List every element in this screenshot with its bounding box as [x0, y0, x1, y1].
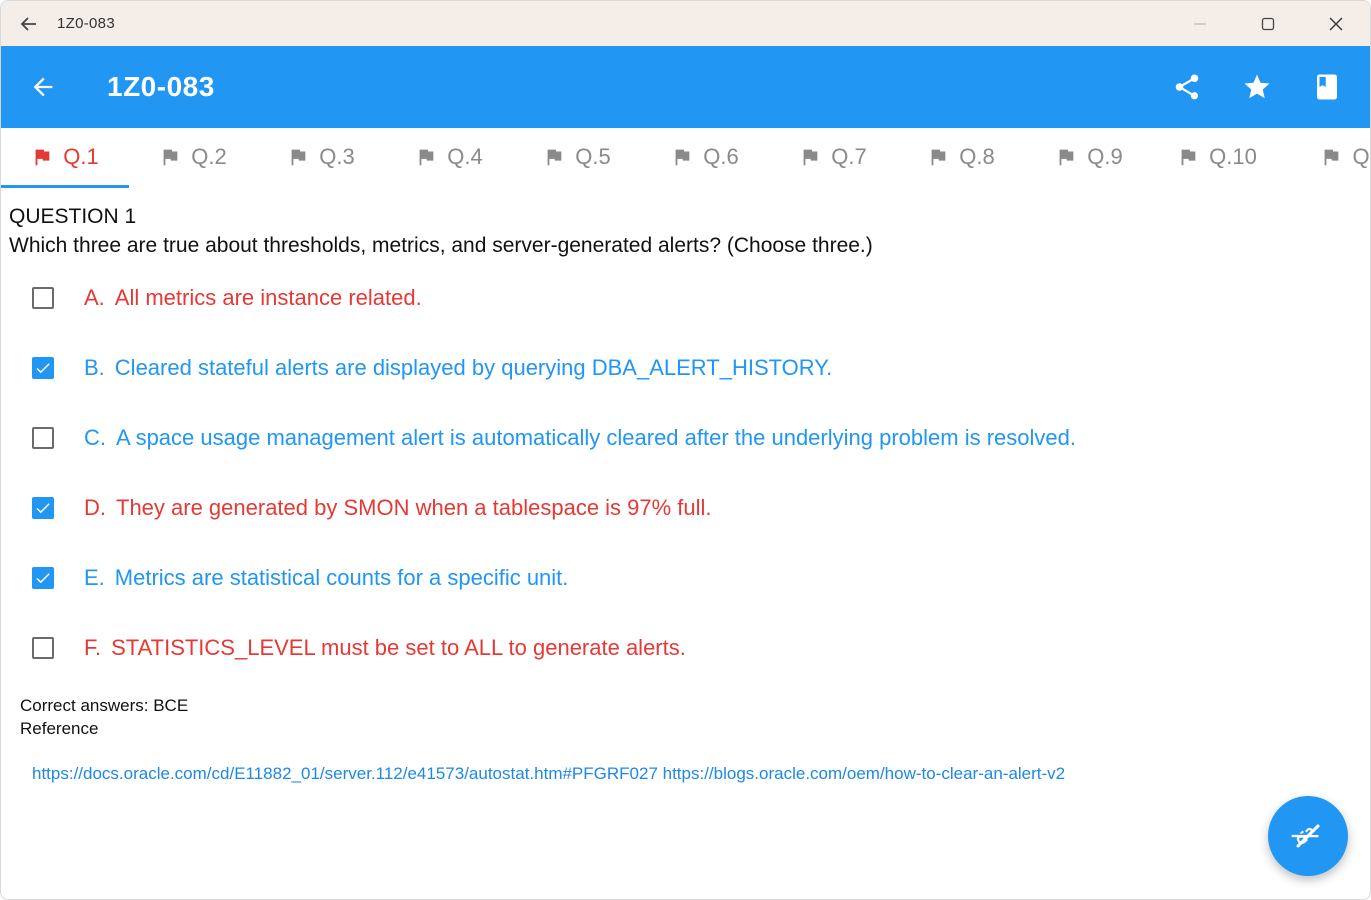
option-letter: B. [84, 355, 105, 380]
link-off-icon [1291, 824, 1320, 848]
answer-option-a[interactable]: A. All metrics are instance related. [1, 263, 1370, 333]
tab-question-9[interactable]: Q.9 [1025, 128, 1153, 186]
correct-answers: Correct answers: BCE [20, 696, 189, 715]
answer-option-c[interactable]: C. A space usage management alert is auto… [1, 403, 1370, 473]
share-icon [1175, 74, 1199, 100]
flag-icon [675, 149, 690, 166]
checkmark-icon [36, 573, 50, 584]
window-title: 1Z0-083 [57, 15, 115, 32]
option-letter: E. [84, 565, 105, 590]
answer-option-d[interactable]: D. They are generated by SMON when a tabl… [1, 473, 1370, 543]
tab-question-2[interactable]: Q.2 [129, 128, 257, 186]
reference-link[interactable]: https://docs.oracle.com/cd/E11882_01/ser… [32, 764, 1065, 784]
answer-checkbox[interactable] [32, 287, 54, 309]
app-window: 1Z0-083 1Z0-083 Q.1 Q.2 Q.3 Q.4 Q.5 Q.6 … [0, 0, 1371, 900]
tab-label: Q.5 [575, 144, 611, 169]
tab-label: Q.9 [1087, 144, 1123, 169]
tab-question-1[interactable]: Q.1 [1, 128, 129, 188]
checkmark-icon [36, 503, 50, 514]
reference-label: Reference [20, 719, 99, 738]
page-title: 1Z0-083 [107, 71, 215, 102]
window-back-button[interactable] [1, 1, 57, 46]
tab-label: Q.10 [1209, 144, 1257, 169]
tab-label: Q.6 [703, 144, 739, 169]
answer-checkbox[interactable] [32, 567, 54, 589]
answer-checkbox[interactable] [32, 637, 54, 659]
flag-icon [1059, 149, 1074, 166]
maximize-icon [1261, 17, 1275, 30]
option-letter: A. [84, 285, 105, 310]
app-bar: 1Z0-083 [1, 46, 1370, 128]
option-text: Cleared stateful alerts are displayed by… [114, 355, 833, 380]
tab-label: Q.4 [447, 144, 483, 169]
window-title-bar: 1Z0-083 [1, 1, 1370, 46]
flag-icon [35, 149, 50, 166]
question-text: Which three are true about thresholds, m… [9, 234, 873, 257]
option-letter: C. [84, 425, 106, 450]
arrow-left-icon [20, 16, 36, 31]
app-bar-actions [1152, 46, 1362, 128]
option-text: A space usage management alert is automa… [116, 425, 1076, 450]
flag-icon [803, 149, 818, 166]
flag-icon [419, 149, 434, 166]
option-text: They are generated by SMON when a tables… [116, 495, 712, 520]
bookmark-button[interactable] [1292, 57, 1362, 117]
tab-question-6[interactable]: Q.6 [641, 128, 769, 186]
tab-question-7[interactable]: Q.7 [769, 128, 897, 186]
toggle-answers-fab[interactable] [1268, 796, 1348, 876]
tab-label: Q [1352, 144, 1370, 169]
question-header: QUESTION 1 [9, 205, 137, 228]
flag-icon [163, 149, 178, 166]
back-button[interactable] [1, 46, 85, 128]
question-tabs: Q.1 Q.2 Q.3 Q.4 Q.5 Q.6 Q.7 Q.8 Q.9 Q.10 Q [1, 128, 1370, 188]
tab-question-11[interactable]: Q [1281, 128, 1370, 186]
answer-checkbox[interactable] [32, 357, 54, 379]
option-letter: D. [84, 495, 106, 520]
tab-label: Q.2 [191, 144, 227, 169]
answer-option-f[interactable]: F. STATISTICS_LEVEL must be set to ALL to… [1, 613, 1370, 683]
share-button[interactable] [1152, 57, 1222, 117]
answers-block: Correct answers: BCE Reference [20, 694, 188, 740]
tab-label: Q.3 [319, 144, 355, 169]
star-icon [1244, 74, 1270, 99]
minimize-icon [1194, 22, 1206, 25]
tab-question-10[interactable]: Q.10 [1153, 128, 1281, 186]
checkmark-icon [36, 363, 50, 374]
answer-option-e[interactable]: E. Metrics are statistical counts for a s… [1, 543, 1370, 613]
answer-checkbox[interactable] [32, 497, 54, 519]
flag-icon [931, 149, 946, 166]
maximize-button[interactable] [1234, 1, 1302, 46]
option-text: Metrics are statistical counts for a spe… [114, 565, 569, 590]
answer-checkbox[interactable] [32, 427, 54, 449]
tab-question-3[interactable]: Q.3 [257, 128, 385, 186]
answer-option-b[interactable]: B. Cleared stateful alerts are displayed … [1, 333, 1370, 403]
flag-icon [291, 149, 306, 166]
close-icon [1329, 17, 1343, 30]
book-icon [1317, 74, 1337, 100]
close-button[interactable] [1302, 1, 1370, 46]
flag-icon [1181, 149, 1196, 166]
window-controls [1166, 1, 1370, 46]
option-text: STATISTICS_LEVEL must be set to ALL to g… [111, 635, 686, 660]
tab-label: Q.7 [831, 144, 867, 169]
tab-label: Q.8 [959, 144, 995, 169]
favorite-button[interactable] [1222, 57, 1292, 117]
answer-options: A. All metrics are instance related. B. Cle… [1, 263, 1370, 683]
tab-question-5[interactable]: Q.5 [513, 128, 641, 186]
tab-question-8[interactable]: Q.8 [897, 128, 1025, 186]
flag-icon [1325, 149, 1339, 166]
flag-icon [547, 149, 562, 166]
arrow-left-icon [33, 77, 53, 97]
option-text: All metrics are instance related. [114, 285, 422, 310]
option-letter: F. [84, 635, 102, 660]
tab-label: Q.1 [63, 144, 99, 169]
tab-question-4[interactable]: Q.4 [385, 128, 513, 186]
minimize-button[interactable] [1166, 1, 1234, 46]
